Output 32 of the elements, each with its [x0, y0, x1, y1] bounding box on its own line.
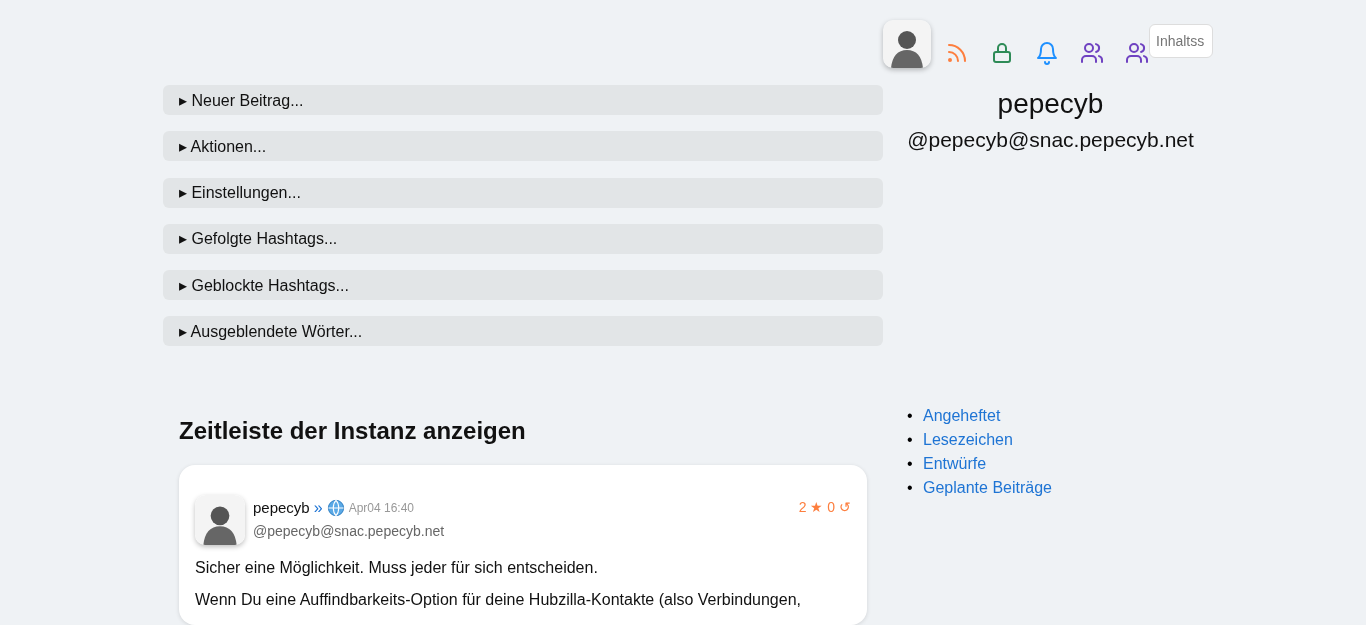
author-name[interactable]: pepecyb	[253, 499, 310, 517]
timeline-heading: Zeitleiste der Instanz anzeigen	[179, 416, 527, 445]
profile-handle: @pepecyb@snac.pepecyb.net	[906, 128, 1195, 152]
post-text: Wenn Du eine Auffindbarkeits-Option für deine Hubzilla-Kontakte (also Verbindungen,	[195, 590, 802, 609]
sidebar-link[interactable]: Angeheftet	[923, 407, 1001, 424]
lock-icon[interactable]	[990, 41, 1014, 65]
search-field[interactable]: Inhaltss	[1149, 24, 1213, 58]
post-text: Sicher eine Möglichkeit. Muss jeder für sich entscheiden.	[195, 558, 599, 577]
bullet: •	[907, 454, 914, 474]
collapsible-section[interactable]: ▸ Neuer Beitrag...	[163, 85, 883, 115]
collapsible-section[interactable]: ▸ Geblockte Hashtags...	[163, 270, 883, 301]
avatar-icon	[195, 494, 245, 545]
bullet: •	[907, 430, 914, 450]
collapsible-section[interactable]: ▸ Aktionen...	[163, 131, 883, 162]
sidebar-link[interactable]: Entwürfe	[923, 455, 987, 472]
people-icon[interactable]	[1080, 41, 1104, 65]
collapsible-section[interactable]: ▸ Ausgeblendete Wörter...	[163, 316, 883, 347]
sidebar-link[interactable]: Lesezeichen	[923, 431, 1013, 448]
separator: »	[313, 498, 323, 517]
avatar-icon	[883, 20, 931, 68]
globe-icon	[326, 498, 345, 517]
bell-icon[interactable]	[1035, 41, 1059, 65]
bullet: •	[907, 406, 914, 426]
profile-name: pepecyb	[996, 88, 1105, 120]
people-icon[interactable]	[1125, 41, 1149, 65]
collapsible-section[interactable]: ▸ Einstellungen...	[163, 177, 883, 208]
sidebar-link[interactable]: Geplante Beiträge	[923, 479, 1052, 496]
bullet: •	[907, 478, 914, 498]
post-stats: 2 ★ 0 ↺	[798, 497, 851, 515]
rss-icon[interactable]	[945, 41, 969, 65]
author-handle: @pepecyb@snac.pepecyb.net	[253, 522, 446, 539]
collapsible-section[interactable]: ▸ Gefolgte Hashtags...	[163, 223, 883, 254]
